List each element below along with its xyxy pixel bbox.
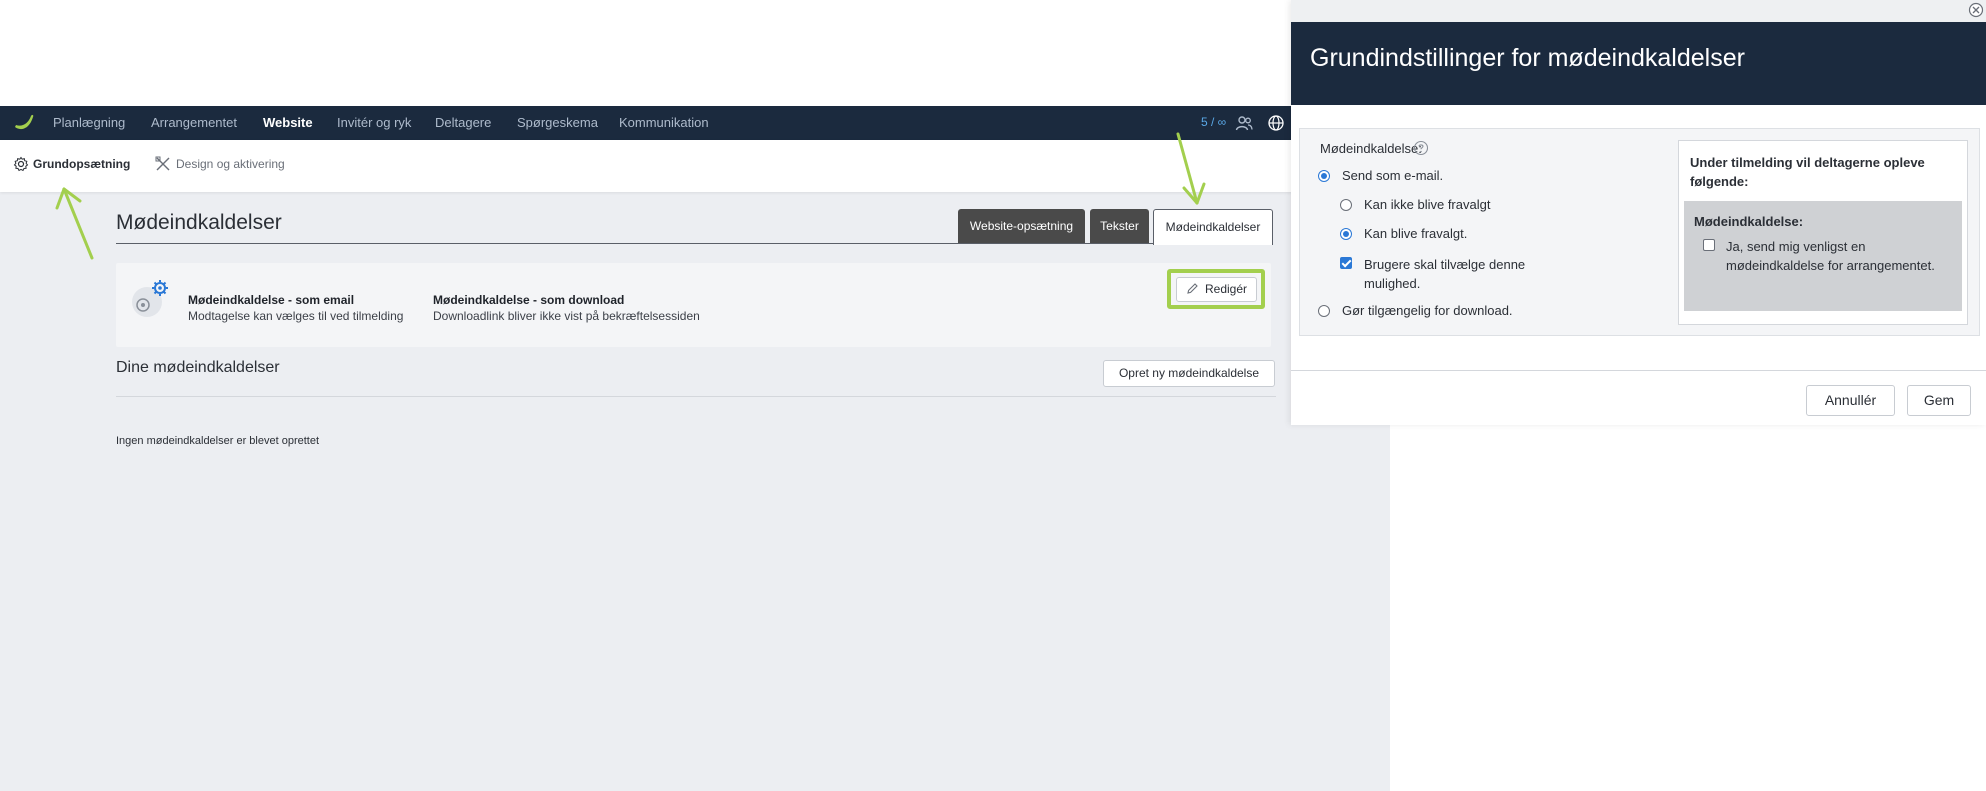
page-title: Mødeindkaldelser (116, 211, 282, 234)
edit-button[interactable]: Redigér (1176, 277, 1257, 302)
nav-item-participants[interactable]: Deltagere (435, 115, 491, 130)
cancel-button[interactable]: Annullér (1806, 385, 1895, 416)
registration-preview: Under tilmelding vil deltagerne opleve f… (1678, 140, 1968, 325)
deselectable-radio[interactable] (1340, 228, 1352, 240)
preview-checkbox-text: Ja, send mig venligst en mødeindkaldelse… (1726, 239, 1935, 273)
modal-top-bar (1291, 0, 1986, 22)
tab-meeting-invitations[interactable]: Mødeindkaldelser (1153, 209, 1273, 245)
close-icon[interactable] (1968, 2, 1984, 18)
settings-gears-icon (132, 280, 168, 317)
modal-footer-divider (1291, 370, 1986, 371)
design-tools-icon (155, 156, 170, 171)
save-button[interactable]: Gem (1907, 385, 1971, 416)
deselectable-label: Kan blive fravalgt. (1364, 226, 1468, 241)
email-title: Mødeindkaldelse - som email (188, 293, 355, 307)
tab-website-setup[interactable]: Website-opsætning (958, 209, 1085, 243)
section-title: Dine mødeindkaldelser (116, 359, 280, 376)
modal-title: Grundindstillinger for mødeindkaldelser (1310, 44, 1745, 72)
invitation-summary-card: Mødeindkaldelse - som email Modtagelse k… (116, 263, 1271, 347)
download-description: Downloadlink bliver ikke vist på bekræft… (433, 309, 700, 323)
nav-item-planning[interactable]: Planlægning (53, 115, 125, 130)
preview-checkbox[interactable] (1703, 239, 1715, 251)
tab-texts[interactable]: Tekster (1090, 209, 1149, 243)
gear-icon (13, 156, 29, 172)
empty-state-text: Ingen mødeindkaldelser er blevet oprette… (116, 435, 320, 447)
subnav-basic-setup[interactable]: Grundopsætning (33, 157, 130, 171)
globe-icon[interactable] (1267, 114, 1285, 132)
users-icon[interactable] (1235, 114, 1253, 132)
nav-item-website[interactable]: Website (263, 115, 313, 130)
section-divider (116, 396, 1276, 397)
nav-item-questionnaire[interactable]: Spørgeskema (517, 115, 598, 130)
not-deselectable-radio[interactable] (1340, 199, 1352, 211)
annotation-arrow-down-icon (1176, 132, 1206, 205)
email-description: Modtagelse kan vælges til ved tilmelding (188, 309, 404, 323)
preview-box: Mødeindkaldelse: Ja, send mig venligst e… (1684, 201, 1962, 311)
send-email-radio[interactable] (1318, 170, 1330, 182)
edit-button-label: Redigér (1204, 282, 1248, 296)
modal-header: Grundindstillinger for mødeindkaldelser (1291, 22, 1986, 105)
create-invitation-button[interactable]: Opret ny mødeindkaldelse (1103, 360, 1275, 387)
settings-modal: Grundindstillinger for mødeindkaldelser … (1291, 0, 1986, 425)
help-icon[interactable] (1413, 140, 1429, 156)
annotation-arrow-up-icon (55, 187, 94, 260)
invitation-field-label: Mødeindkaldelse: (1320, 141, 1422, 156)
nav-item-communication[interactable]: Kommunikation (619, 115, 709, 130)
must-opt-in-checkbox[interactable] (1340, 257, 1352, 269)
title-divider (116, 243, 1271, 244)
nav-item-invite[interactable]: Invitér og ryk (337, 115, 411, 130)
subnav-design-activation[interactable]: Design og aktivering (176, 157, 285, 171)
logo-icon[interactable] (12, 112, 36, 134)
not-deselectable-label: Kan ikke blive fravalgt (1364, 197, 1491, 212)
participant-count: 5 / ∞ (1201, 115, 1227, 129)
send-email-label: Send som e-mail. (1342, 168, 1444, 183)
nav-item-event[interactable]: Arrangementet (151, 115, 237, 130)
preview-heading: Under tilmelding vil deltagerne opleve f… (1690, 155, 1925, 189)
download-label: Gør tilgængelig for download. (1342, 303, 1513, 318)
pencil-icon (1187, 283, 1198, 294)
download-title: Mødeindkaldelse - som download (433, 293, 625, 307)
modal-body: Mødeindkaldelse: Send som e-mail. Kan ik… (1299, 128, 1980, 336)
app-window: Planlægning Arrangementet Website Invité… (0, 106, 1390, 791)
preview-label: Mødeindkaldelse: (1694, 214, 1804, 229)
must-opt-in-label: Brugere skal tilvælge denne mulighed. (1364, 257, 1526, 291)
download-radio[interactable] (1318, 305, 1330, 317)
